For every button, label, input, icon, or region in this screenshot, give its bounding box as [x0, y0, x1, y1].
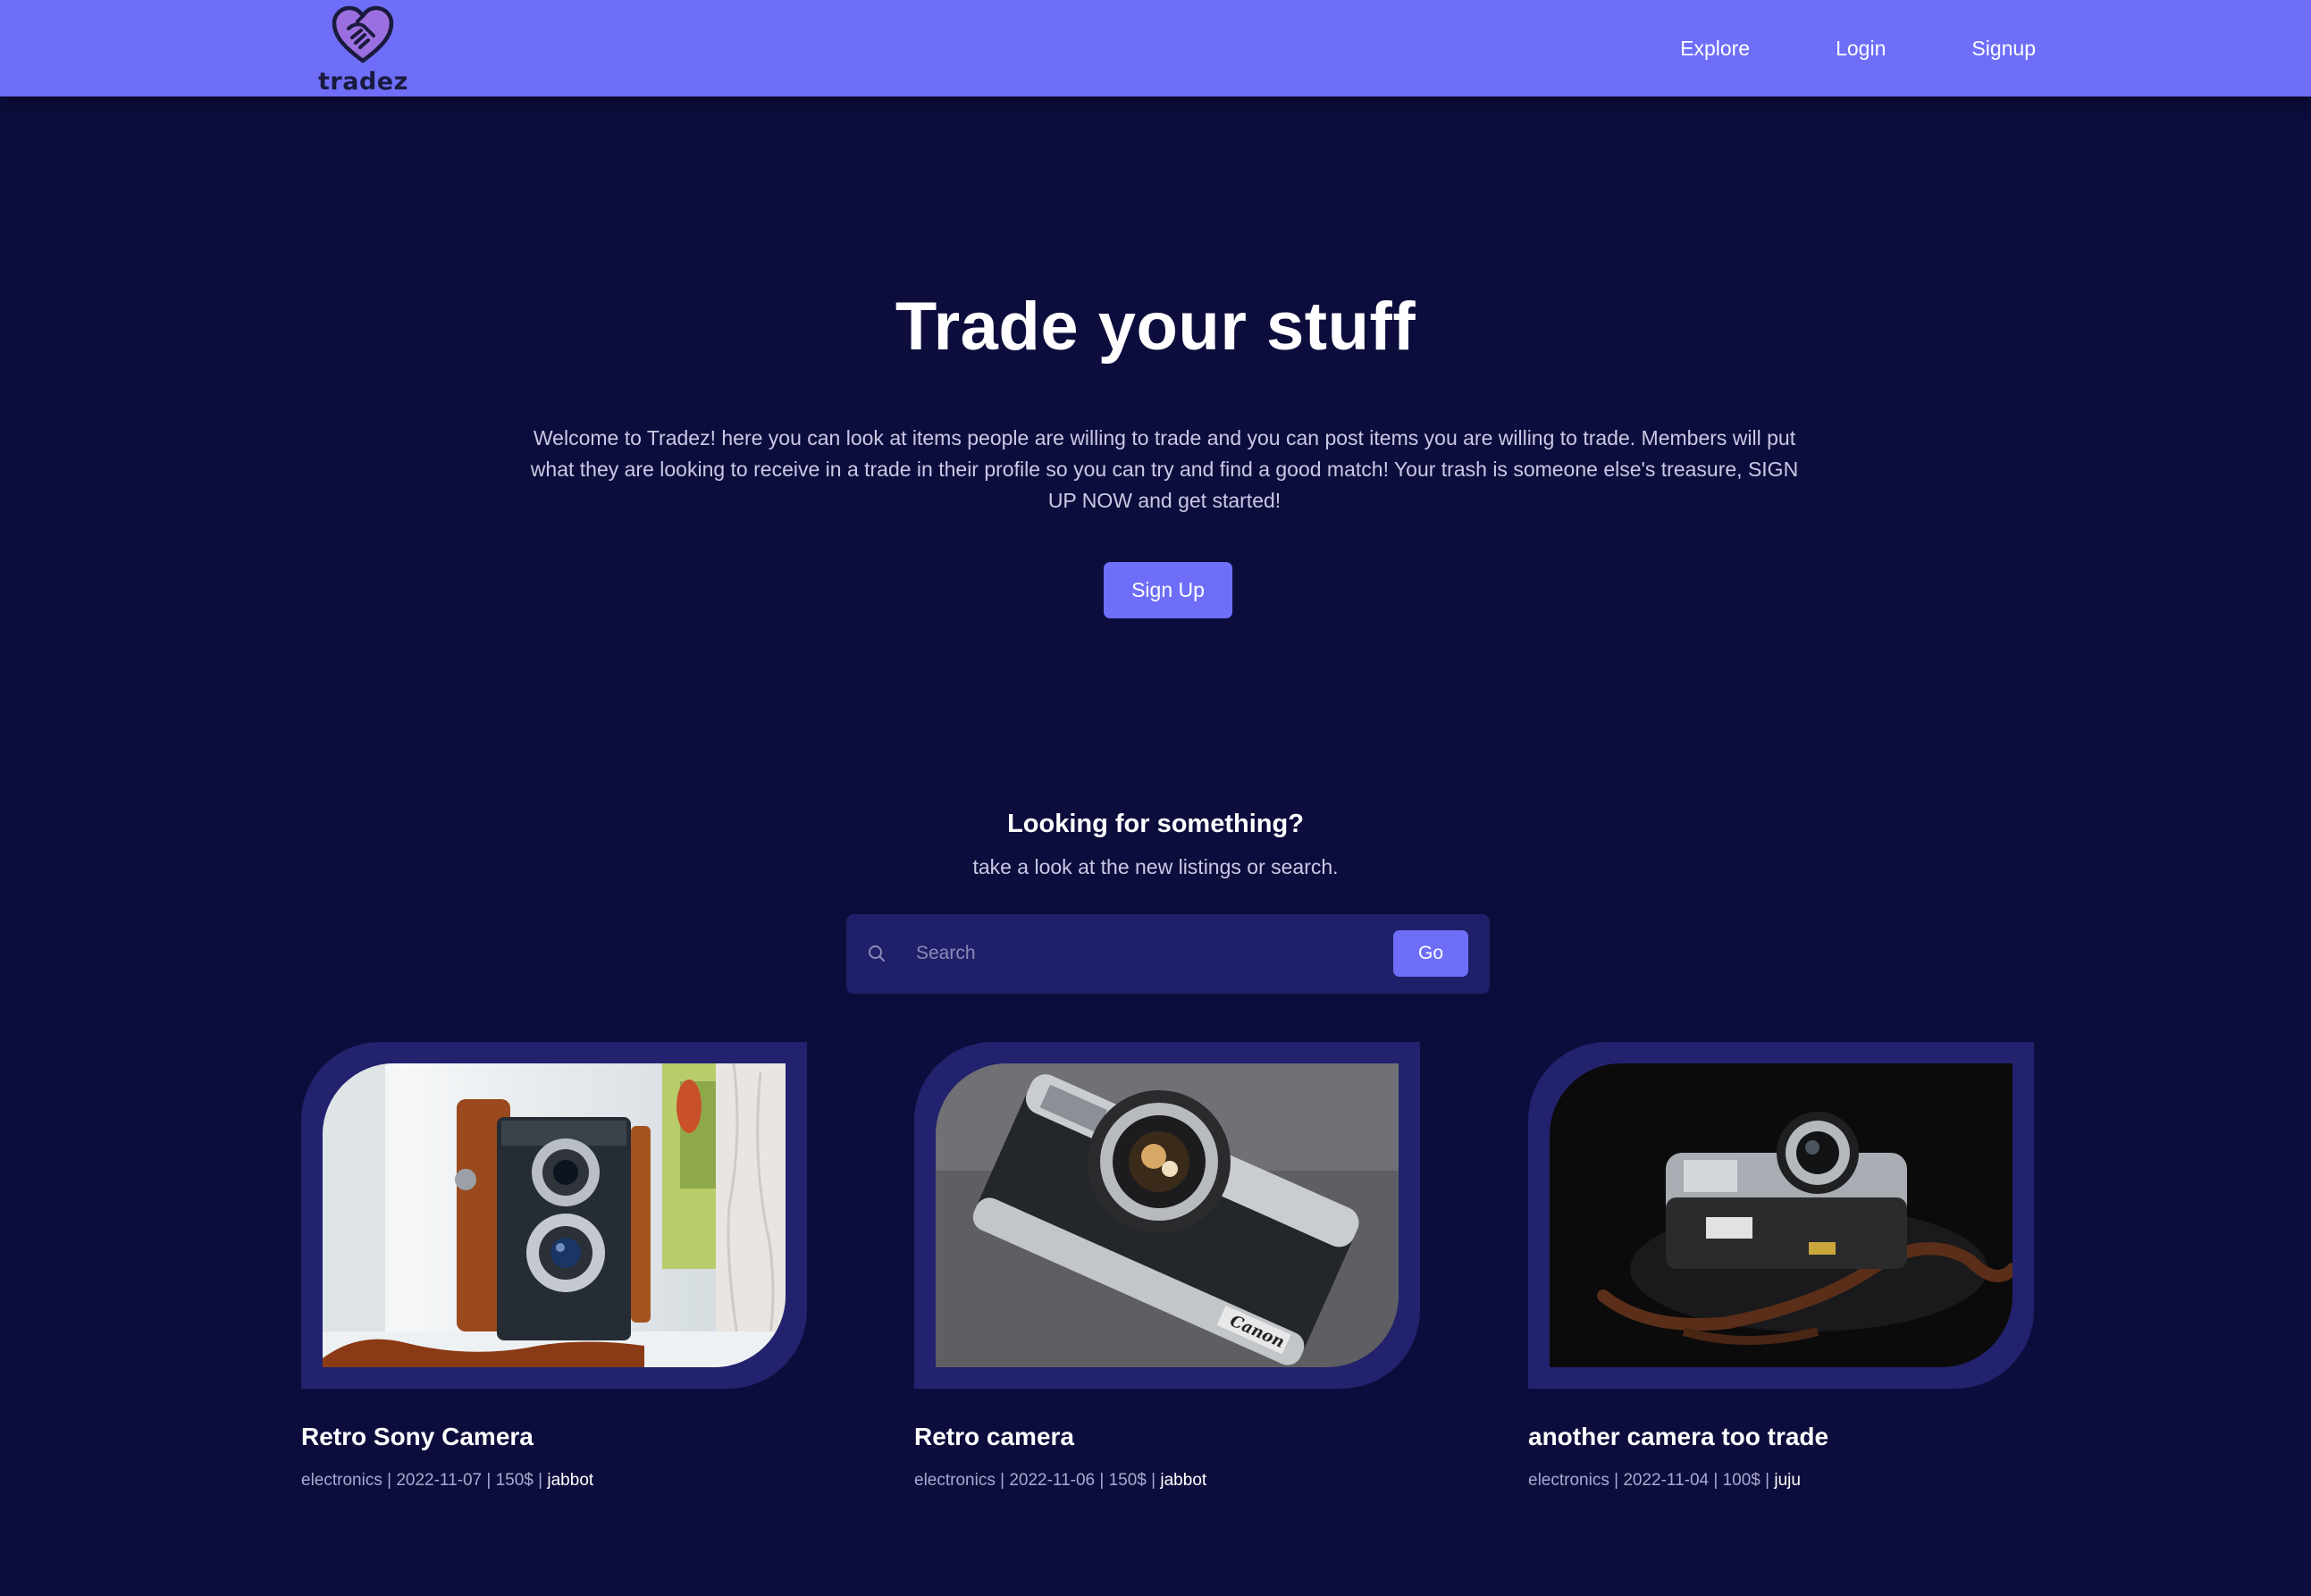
listing-category: electronics [301, 1471, 382, 1490]
listing-meta: electronics | 2022-11-04 | 100$ | juju [1528, 1471, 1801, 1490]
listing-price: 100$ [1722, 1471, 1761, 1490]
listing-card[interactable]: another camera too trade electronics | 2… [1528, 1042, 2034, 1516]
card-frame: Canon [914, 1042, 1420, 1389]
hero-title: Trade your stuff [895, 289, 1416, 365]
card-frame [301, 1042, 807, 1389]
listing-title[interactable]: another camera too trade [1528, 1423, 2082, 1451]
listing-price: 150$ [495, 1471, 534, 1490]
nav-links: Explore Login Signup [1594, 0, 2036, 97]
search-heading: Looking for something? [1007, 810, 1304, 838]
listing-image[interactable] [323, 1063, 786, 1367]
listing-image[interactable]: Canon [936, 1063, 1399, 1367]
listing-date: 2022-11-04 [1623, 1471, 1710, 1490]
listing-price: 150$ [1108, 1471, 1147, 1490]
listing-meta: electronics | 2022-11-06 | 150$ | jabbot [914, 1471, 1207, 1490]
heart-handshake-icon [332, 5, 394, 63]
listing-user-link[interactable]: jabbot [1160, 1471, 1206, 1490]
listing-card[interactable]: Canon Retro camera electronics | 2022-11… [914, 1042, 1420, 1516]
nav-explore-link[interactable]: Explore [1680, 37, 1750, 61]
brand-logo[interactable]: tradez [318, 5, 408, 96]
listing-date: 2022-11-07 [396, 1471, 483, 1490]
listing-category: electronics [914, 1471, 996, 1490]
nav-login-link[interactable]: Login [1836, 37, 1886, 61]
search-bar: Go [846, 914, 1490, 994]
listing-date: 2022-11-06 [1009, 1471, 1096, 1490]
listing-user-link[interactable]: jabbot [547, 1471, 593, 1490]
hero-description: Welcome to Tradez! here you can look at … [530, 426, 1799, 512]
listing-title[interactable]: Retro camera [914, 1423, 1468, 1451]
nav-signup-link[interactable]: Signup [1971, 37, 2036, 61]
search-subheading: take a look at the new listings or searc… [972, 855, 1339, 878]
search-icon [869, 945, 885, 962]
navbar: tradez Explore Login Signup [0, 0, 2311, 97]
listing-user-link[interactable]: juju [1774, 1471, 1801, 1490]
listing-image[interactable] [1550, 1063, 2013, 1367]
card-frame [1528, 1042, 2034, 1389]
listing-meta: electronics | 2022-11-07 | 150$ | jabbot [301, 1471, 594, 1490]
brand-name: tradez [318, 68, 408, 96]
listing-title[interactable]: Retro Sony Camera [301, 1423, 855, 1451]
listing-category: electronics [1528, 1471, 1609, 1490]
listing-card[interactable]: Retro Sony Camera electronics | 2022-11-… [301, 1042, 807, 1516]
sign-up-button[interactable]: Sign Up [1104, 562, 1232, 618]
search-go-button[interactable]: Go [1393, 930, 1468, 977]
search-input[interactable] [916, 930, 1309, 977]
